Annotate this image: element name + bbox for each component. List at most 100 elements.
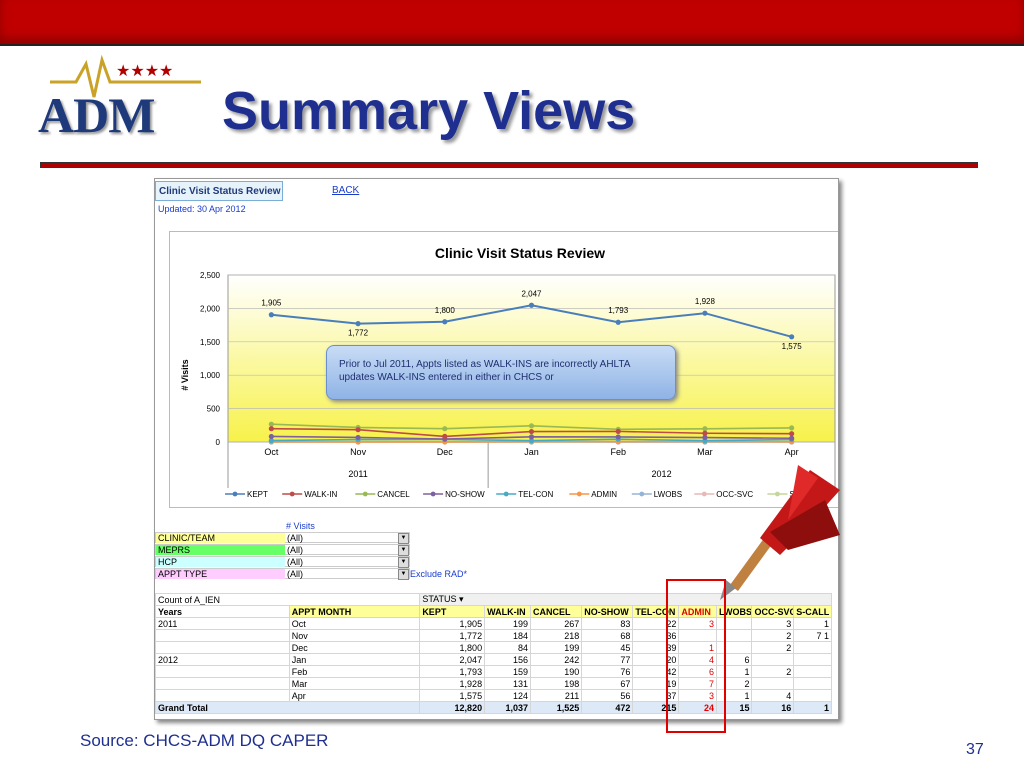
value-cell (793, 677, 832, 690)
exclude-label: Exclude RAD* (410, 569, 468, 579)
back-link[interactable]: BACK (332, 185, 359, 196)
filter-label: MEPRS (156, 545, 285, 555)
data-point (355, 434, 361, 441)
value-cell (793, 665, 832, 678)
page-number: 37 (966, 741, 984, 758)
dropdown-arrow-icon[interactable]: ▼ (398, 569, 409, 580)
data-point (442, 426, 448, 432)
legend-label: WALK-IN (304, 490, 337, 499)
value-cell: 211 (530, 689, 583, 702)
filter-row[interactable]: APPT TYPE (All) ▼ (155, 568, 410, 580)
legend-label: TEL-CON (518, 490, 553, 499)
data-point (268, 312, 274, 318)
value-cell: 198 (530, 677, 583, 690)
value-cell: 156 (484, 653, 532, 666)
grand-total-cell: 1 (793, 701, 832, 714)
x-tick-label: Oct (264, 447, 279, 457)
value-cell: 83 (581, 617, 634, 630)
legend-marker (430, 491, 436, 497)
value-cell: 84 (484, 641, 532, 654)
y-tick-label: 2,000 (200, 304, 221, 313)
grand-total-cell: 12,820 (419, 701, 486, 714)
filter-row[interactable]: CLINIC/TEAM (All) ▼ (155, 532, 410, 544)
grand-total-cell: 1,037 (484, 701, 532, 714)
value-cell (751, 677, 795, 690)
spreadsheet-view: Clinic Visit Status Review BACK Updated:… (154, 178, 839, 720)
adm-logo: ★★★★ ADM (36, 52, 206, 143)
value-cell: 1 (793, 617, 832, 630)
filter-label: APPT TYPE (156, 569, 285, 579)
data-point (528, 434, 535, 440)
data-point (528, 302, 535, 308)
value-cell: 2 (751, 665, 795, 678)
table-row: Dec 1,800 84 199 45 39 1 2 (155, 641, 832, 654)
data-label: 1,928 (695, 297, 716, 306)
table-row: Feb 1,793 159 190 76 42 6 1 2 (155, 665, 832, 678)
value-cell: 4 (751, 689, 795, 702)
callout-note: Prior to Jul 2011, Appts listed as WALK-… (326, 345, 676, 400)
value-cell: 124 (484, 689, 532, 702)
data-point (268, 421, 274, 427)
chart-title: Clinic Visit Status Review (435, 245, 605, 261)
value-cell: 3 (751, 617, 795, 630)
value-cell (793, 641, 832, 654)
value-cell: 1,800 (419, 641, 486, 654)
svg-text:★★★★: ★★★★ (116, 61, 173, 80)
value-cell: 1,793 (419, 665, 486, 678)
visits-label: # Visits (286, 521, 315, 531)
updated-date: Updated: 30 Apr 2012 (158, 204, 246, 214)
value-cell: 77 (581, 653, 634, 666)
year-cell (155, 689, 290, 702)
year-label: 2011 (348, 469, 367, 479)
legend-label: KEPT (247, 490, 268, 499)
dropdown-arrow-icon[interactable]: ▼ (398, 545, 409, 556)
filter-row[interactable]: MEPRS (All) ▼ (155, 544, 410, 556)
year-cell (155, 665, 290, 678)
legend-marker (639, 491, 645, 497)
value-cell: 159 (484, 665, 532, 678)
title-bar-band (0, 0, 1024, 46)
source-note: Source: CHCS-ADM DQ CAPER (80, 731, 329, 750)
table-row: Nov 1,772 184 218 68 36 2 7 1 (155, 629, 832, 642)
value-cell: 45 (581, 641, 634, 654)
years-header[interactable]: Years (155, 605, 290, 618)
data-point (702, 430, 708, 436)
filter-row[interactable]: HCP (All) ▼ (155, 556, 410, 568)
month-header[interactable]: APPT MONTH (288, 605, 421, 618)
month-cell: Nov (288, 629, 421, 642)
data-point (789, 435, 795, 441)
value-cell: 2 (751, 641, 795, 654)
x-tick-label: Nov (350, 447, 367, 457)
title-divider (40, 162, 978, 168)
data-label: 1,772 (348, 329, 369, 338)
data-point (789, 425, 795, 431)
dropdown-arrow-icon[interactable]: ▼ (398, 557, 409, 568)
sheet-title: Clinic Visit Status Review (155, 181, 283, 201)
value-cell: 1,905 (419, 617, 486, 630)
year-cell (155, 641, 290, 654)
month-cell: Jan (288, 653, 421, 666)
value-cell: 2 (751, 629, 795, 642)
data-label: 1,575 (782, 342, 803, 351)
x-tick-label: Jan (524, 447, 539, 457)
x-tick-label: Dec (437, 447, 454, 457)
count-label: Count of A_IEN (155, 593, 421, 606)
legend-marker (289, 491, 295, 497)
legend-label: CANCEL (377, 490, 410, 499)
value-cell: 56 (581, 689, 634, 702)
dropdown-arrow-icon[interactable]: ▼ (398, 533, 409, 544)
data-label: 1,905 (261, 299, 282, 308)
value-cell: 68 (581, 629, 634, 642)
column-header: S-CALL (793, 605, 832, 618)
value-cell: 67 (581, 677, 634, 690)
legend-label: NO-SHOW (445, 490, 485, 499)
y-tick-label: 2,500 (200, 271, 221, 280)
y-axis-label: # Visits (180, 359, 190, 390)
data-label: 1,800 (435, 306, 456, 315)
year-cell (155, 629, 290, 642)
year-cell (155, 677, 290, 690)
y-tick-label: 1,000 (200, 371, 221, 380)
month-cell: Feb (288, 665, 421, 678)
data-point (442, 319, 448, 325)
legend-marker (503, 491, 509, 497)
